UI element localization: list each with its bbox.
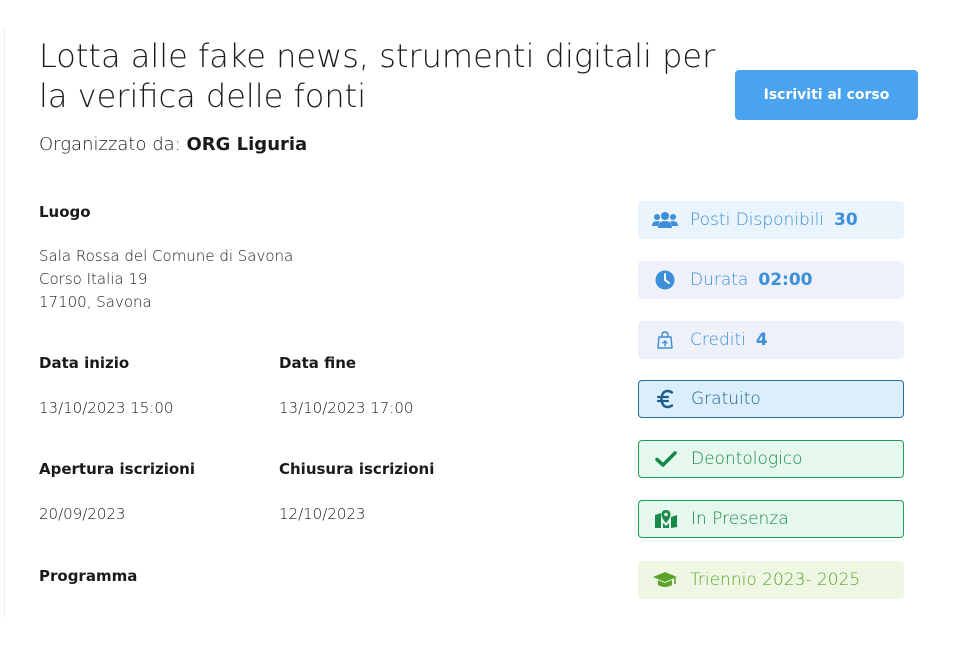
euro-icon — [653, 388, 679, 410]
enroll-open-label: Apertura iscrizioni — [39, 460, 196, 478]
address-line: Corso Italia 19 — [39, 270, 148, 288]
shopping-bag-icon — [652, 329, 678, 351]
enroll-close-label: Chiusura iscrizioni — [279, 460, 435, 478]
duration-badge: Durata 02:00 — [638, 261, 904, 299]
triennium-label: Triennio 2023- 2025 — [690, 570, 861, 590]
enroll-button[interactable]: Iscriviti al corso — [735, 70, 918, 120]
program-label: Programma — [39, 567, 138, 585]
credits-label: Crediti — [690, 330, 746, 350]
organizer: Organizzato da: ORG Liguria — [39, 134, 307, 155]
duration-value: 02:00 — [758, 270, 813, 290]
duration-label: Durata — [690, 270, 749, 290]
free-label: Gratuito — [691, 389, 761, 409]
in-person-label: In Presenza — [691, 509, 789, 529]
deontological-label: Deontologico — [691, 449, 803, 469]
organizer-name: ORG Liguria — [186, 134, 308, 155]
address-line: 17100, Savona — [39, 293, 152, 311]
map-marker-icon — [653, 508, 679, 530]
in-person-badge: In Presenza — [638, 500, 904, 538]
seats-label: Posti Disponibili — [690, 210, 825, 230]
credits-badge: Crediti 4 — [638, 321, 904, 359]
location-address: Sala Rossa del Comune di Savona Corso It… — [39, 245, 293, 314]
address-line: Sala Rossa del Comune di Savona — [39, 247, 294, 265]
location-label: Luogo — [39, 203, 91, 221]
organizer-prefix: Organizzato da: — [39, 134, 181, 155]
course-title: Lotta alle fake news, strumenti digitali… — [39, 37, 716, 115]
left-border — [4, 28, 5, 618]
end-date-label: Data fine — [279, 354, 357, 372]
start-date-label: Data inizio — [39, 354, 130, 372]
check-icon — [653, 448, 679, 470]
end-date-value: 13/10/2023 17:00 — [279, 399, 414, 417]
triennium-badge: Triennio 2023- 2025 — [638, 561, 904, 599]
users-icon — [652, 209, 678, 231]
free-badge: Gratuito — [638, 380, 904, 418]
graduation-cap-icon — [652, 569, 678, 591]
credits-value: 4 — [755, 330, 768, 350]
enroll-close-value: 12/10/2023 — [279, 505, 366, 523]
deontological-badge: Deontologico — [638, 440, 904, 478]
seats-badge: Posti Disponibili 30 — [638, 201, 904, 239]
enroll-open-value: 20/09/2023 — [39, 505, 126, 523]
clock-icon — [652, 269, 678, 291]
seats-value: 30 — [834, 210, 858, 230]
start-date-value: 13/10/2023 15:00 — [39, 399, 174, 417]
